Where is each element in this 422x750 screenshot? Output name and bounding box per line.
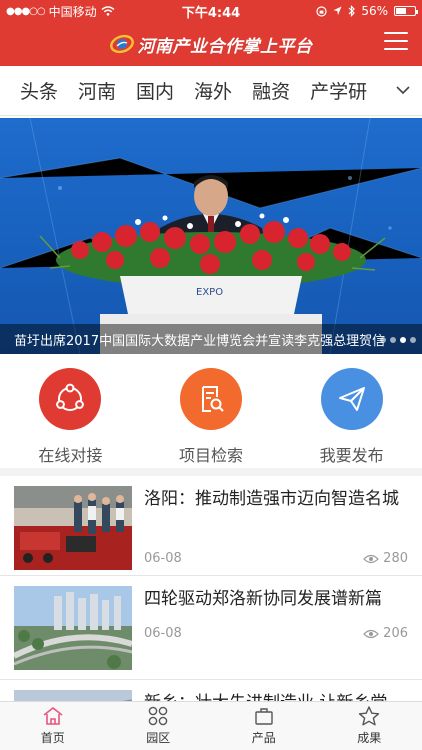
share-icon bbox=[56, 383, 85, 411]
banner-carousel[interactable]: EXPO 苗圩出席2017中国国际大数据产业博览会并宣读李克强总理贺信 bbox=[0, 118, 422, 354]
news-title: 洛阳：推动制造强市迈向智造名城 bbox=[144, 489, 399, 509]
bluetooth-icon bbox=[348, 5, 356, 17]
news-body: 四轮驱动郑洛新协同发展谱新篇 06-08 206 bbox=[132, 586, 408, 670]
tab-domestic[interactable]: 国内 bbox=[126, 77, 184, 104]
action-circle bbox=[180, 368, 242, 430]
tab-henan[interactable]: 河南 bbox=[68, 77, 126, 104]
wifi-icon bbox=[101, 6, 115, 16]
carousel-dot[interactable] bbox=[390, 337, 396, 343]
view-count: 280 bbox=[363, 551, 408, 566]
tabbar-achievements[interactable]: 成果 bbox=[317, 702, 422, 750]
app-screen: ●●●○○ 中国移动 下午4:44 56% 河南产业合作掌上平台 头条 河南 国… bbox=[0, 0, 422, 750]
news-thumbnail bbox=[14, 486, 132, 570]
carrier-name: 中国移动 bbox=[48, 4, 97, 19]
carousel-indicator bbox=[380, 337, 416, 343]
news-thumbnail bbox=[14, 586, 132, 670]
publish-button[interactable]: 我要发布 bbox=[281, 354, 422, 468]
tabbar-label: 产品 bbox=[251, 731, 276, 745]
battery-icon bbox=[394, 6, 418, 16]
action-circle bbox=[320, 368, 383, 430]
battery-percent: 56% bbox=[361, 4, 388, 18]
list-item[interactable]: 四轮驱动郑洛新协同发展谱新篇 06-08 206 bbox=[0, 576, 422, 680]
news-title: 四轮驱动郑洛新协同发展谱新篇 bbox=[144, 589, 382, 609]
hamburger-icon bbox=[384, 32, 408, 34]
news-meta: 06-08 206 bbox=[144, 626, 408, 641]
tabbar-products[interactable]: 产品 bbox=[211, 702, 317, 750]
status-time: 下午4:44 bbox=[181, 5, 241, 21]
project-search-button[interactable]: 项目检索 bbox=[141, 354, 282, 468]
news-date: 06-08 bbox=[144, 626, 182, 641]
logo-mark-icon bbox=[109, 34, 134, 54]
chevron-down-icon[interactable] bbox=[396, 83, 410, 97]
signal-icon: ●●●○○ bbox=[6, 5, 46, 17]
status-bar: ●●●○○ 中国移动 下午4:44 56% bbox=[0, 0, 422, 22]
tabbar-label: 成果 bbox=[357, 731, 382, 745]
view-count: 206 bbox=[363, 626, 408, 641]
tab-research[interactable]: 产学研 bbox=[300, 77, 377, 104]
carousel-dot[interactable] bbox=[380, 337, 386, 343]
view-count-value: 206 bbox=[383, 626, 408, 641]
podium-text: EXPO bbox=[196, 287, 223, 298]
carousel-dot[interactable] bbox=[410, 337, 416, 343]
bottom-tab-bar: 首页 园区 产品 成果 bbox=[0, 701, 422, 750]
action-label: 项目检索 bbox=[179, 446, 244, 465]
action-label: 我要发布 bbox=[319, 446, 384, 465]
tabbar-label: 首页 bbox=[40, 731, 65, 745]
tab-financing[interactable]: 融资 bbox=[242, 77, 300, 104]
news-date: 06-08 bbox=[144, 551, 182, 566]
banner-caption[interactable]: 苗圩出席2017中国国际大数据产业博览会并宣读李克强总理贺信 bbox=[0, 324, 422, 354]
home-icon bbox=[43, 706, 63, 725]
news-meta: 06-08 280 bbox=[144, 551, 408, 566]
star-icon bbox=[359, 706, 380, 726]
quick-actions: 在线对接 项目检索 我要发布 bbox=[0, 354, 422, 476]
orientation-lock-icon bbox=[316, 5, 327, 17]
action-label: 在线对接 bbox=[38, 446, 103, 465]
category-tabs: 头条 河南 国内 海外 融资 产学研 bbox=[0, 66, 422, 116]
carousel-dot[interactable] bbox=[400, 337, 406, 343]
eye-icon bbox=[363, 629, 380, 638]
action-circle bbox=[39, 368, 102, 430]
tab-headlines[interactable]: 头条 bbox=[0, 77, 68, 104]
view-count-value: 280 bbox=[383, 551, 408, 566]
online-matching-button[interactable]: 在线对接 bbox=[0, 354, 141, 468]
banner-image: EXPO bbox=[0, 118, 422, 354]
app-logo: 河南产业合作掌上平台 bbox=[109, 32, 313, 57]
news-body: 洛阳：推动制造强市迈向智造名城 06-08 280 bbox=[132, 486, 408, 566]
tabbar-park[interactable]: 园区 bbox=[106, 702, 212, 750]
location-icon bbox=[333, 6, 342, 15]
document-search-icon bbox=[202, 386, 224, 412]
grid-icon bbox=[148, 706, 168, 726]
bag-icon bbox=[255, 708, 273, 725]
app-header: 河南产业合作掌上平台 bbox=[0, 22, 422, 66]
list-item[interactable]: 洛阳：推动制造强市迈向智造名城 06-08 280 bbox=[0, 476, 422, 576]
paper-plane-icon bbox=[338, 387, 365, 411]
app-title: 河南产业合作掌上平台 bbox=[137, 36, 313, 57]
menu-button[interactable] bbox=[384, 32, 408, 54]
tabbar-home[interactable]: 首页 bbox=[0, 702, 106, 750]
tab-overseas[interactable]: 海外 bbox=[184, 77, 242, 104]
tabbar-label: 园区 bbox=[146, 731, 171, 745]
eye-icon bbox=[363, 554, 380, 563]
